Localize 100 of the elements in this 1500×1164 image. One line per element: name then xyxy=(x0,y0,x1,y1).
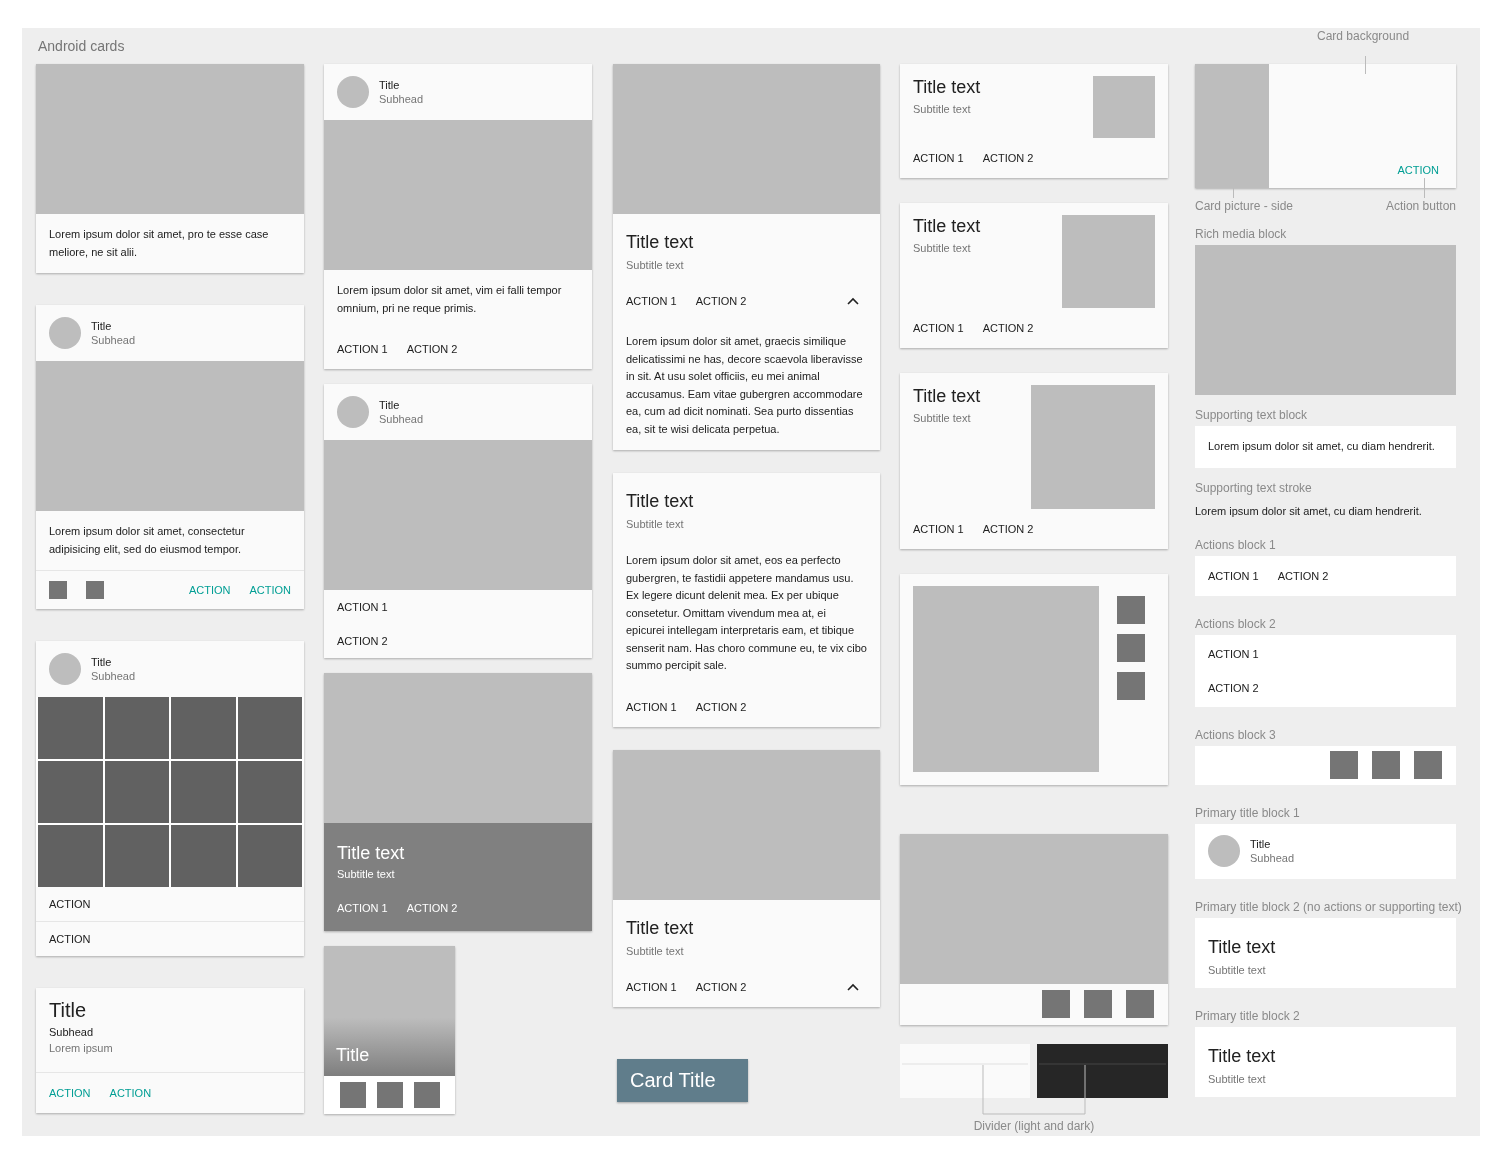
card-title: Title xyxy=(91,320,113,332)
square-icon[interactable] xyxy=(1330,750,1358,779)
leader-line xyxy=(1233,188,1234,198)
supporting-text: Lorem ipsum dolor sit amet, cu diam hendrerit. xyxy=(1207,439,1436,454)
card-subhead: Subhead xyxy=(91,670,136,682)
avatar-icon xyxy=(1208,835,1240,867)
action-button[interactable]: ACTION 1 xyxy=(337,902,388,914)
card-title: Title text xyxy=(626,916,695,939)
action-button[interactable]: ACTION 1 xyxy=(1208,636,1443,671)
annotation-label: Primary title block 2 (no actions or supporting text) xyxy=(1195,898,1462,915)
action-button[interactable]: ACTION 1 xyxy=(626,980,677,993)
card-subhead: Subhead xyxy=(49,1026,95,1038)
card-title: Title xyxy=(379,399,401,411)
square-icon[interactable] xyxy=(1372,750,1400,779)
card-subtitle: Subtitle text xyxy=(626,518,685,530)
image-placeholder xyxy=(237,825,302,887)
action-button[interactable]: ACTION 1 xyxy=(913,523,964,535)
action-button[interactable]: ACTION 1 xyxy=(913,152,964,164)
annotation-label: Rich media block xyxy=(1195,226,1287,242)
supporting-text: Lorem ipsum dolor sit amet, consectetur adipisicing elit, sed do eiusmod tempor. xyxy=(48,524,246,557)
action-button[interactable]: ACTION 2 xyxy=(337,624,579,658)
chevron-up-icon[interactable] xyxy=(847,982,859,991)
action-button[interactable]: ACTION 1 xyxy=(626,295,677,307)
image-placeholder xyxy=(171,697,236,759)
action-button[interactable]: ACTION 2 xyxy=(406,343,458,355)
card-subtitle: Subtitle text xyxy=(1208,1072,1267,1085)
card-title: Title text xyxy=(626,231,695,253)
action-button[interactable]: ACTION 2 xyxy=(1208,670,1443,705)
action-button[interactable]: ACTION 1 xyxy=(913,322,964,334)
image-placeholder xyxy=(104,761,169,823)
card-subtitle: Subtitle text xyxy=(626,259,685,271)
annotation-label: Card picture - side xyxy=(1195,198,1294,214)
annotation-label: Primary title block 1 xyxy=(1195,804,1300,821)
square-icon[interactable] xyxy=(376,1082,403,1108)
image-placeholder xyxy=(237,697,302,759)
action-button[interactable]: ACTION 2 xyxy=(406,902,458,914)
action-button[interactable]: ACTION 2 xyxy=(982,322,1034,334)
square-icon[interactable] xyxy=(1414,750,1442,779)
avatar-icon xyxy=(49,317,81,349)
image-placeholder xyxy=(104,697,169,759)
action-button[interactable]: ACTION 1 xyxy=(337,590,579,624)
chevron-up-icon[interactable] xyxy=(847,297,859,305)
annotation-label: Supporting text stroke xyxy=(1195,479,1312,496)
action-button[interactable]: ACTION 2 xyxy=(695,980,747,993)
square-icon[interactable] xyxy=(339,1082,366,1108)
card-subtitle: Subtitle text xyxy=(1208,963,1267,976)
title-chip: Card Title xyxy=(617,1058,748,1102)
action-button[interactable]: ACTION xyxy=(49,887,291,921)
panel-title: Android cards xyxy=(37,37,125,56)
image-placeholder xyxy=(38,761,103,823)
action-button[interactable]: ACTION 2 xyxy=(695,295,747,307)
annotation-label: Actions block 2 xyxy=(1195,615,1276,632)
supporting-text: Lorem ipsum dolor sit amet, vim ei falli tempor omnium, pri ne reque primis. xyxy=(336,283,563,316)
card-title: Title text xyxy=(913,385,981,407)
action-button[interactable]: ACTION 2 xyxy=(1277,569,1329,582)
leader-line xyxy=(1365,56,1366,74)
card-subhead: Subhead xyxy=(379,93,424,105)
avatar-icon xyxy=(337,76,369,108)
card-title: Title xyxy=(91,656,113,668)
action-button[interactable]: ACTION 2 xyxy=(982,152,1034,164)
card-title: Title text xyxy=(1208,935,1277,958)
card-title: Title text xyxy=(913,215,981,237)
tile-title: Title xyxy=(336,1045,370,1066)
supporting-text: Lorem ipsum xyxy=(49,1042,114,1054)
annotation-label: Primary title block 2 xyxy=(1195,1007,1300,1024)
image-placeholder xyxy=(1093,76,1155,138)
image-placeholder xyxy=(171,761,236,823)
card-title: Title xyxy=(49,998,88,1022)
action-button[interactable]: ACTION 1 xyxy=(1208,569,1259,582)
card-title: Title xyxy=(1250,838,1272,850)
supporting-text: Lorem ipsum dolor sit amet, eos ea perfecto gubergren, te fastidii appetere mandamus usu. Ex legere dicunt delenit mea. Ex per ubique consetetur. Omittam vivendum mea at, ei epicurei intellegam interpretaris eam, et tibique senserit nam. Has choro commune eu, te vix cibo summo percipit sale. xyxy=(625,553,868,673)
card-title: Title text xyxy=(913,76,981,98)
image-placeholder xyxy=(237,761,302,823)
image-placeholder xyxy=(38,825,103,887)
card-subtitle: Subtitle text xyxy=(913,412,972,424)
supporting-text: Lorem ipsum dolor sit amet, cu diam hendrerit. xyxy=(1195,504,1423,517)
action-button[interactable]: ACTION 2 xyxy=(695,700,747,713)
card-title: Title text xyxy=(626,490,695,512)
annotation-label: Actions block 1 xyxy=(1195,536,1276,553)
annotation-label: Actions block 3 xyxy=(1195,726,1276,743)
action-button[interactable]: ACTION 1 xyxy=(337,343,388,355)
card-title: Title xyxy=(379,79,401,91)
avatar-icon xyxy=(337,396,369,428)
avatar-icon xyxy=(49,653,81,685)
supporting-text: Lorem ipsum dolor sit amet, graecis similique delicatissimi ne has, decore scaevola liberavisse in sit. At usu solet officiis, eu mei animal accusamus. Eam vitae gubergren accommodare ea, cum ad dicit nominati. Sea purto dissentias ea, sit te wisi delicata perpetua. xyxy=(625,334,864,437)
action-button[interactable]: ACTION 2 xyxy=(982,523,1034,535)
action-button[interactable]: ACTION 1 xyxy=(626,700,677,713)
action-button[interactable]: ACTION xyxy=(49,922,291,956)
annotation-label: Divider (light and dark) xyxy=(973,1119,1095,1133)
annotation-label: Card background xyxy=(1317,28,1410,44)
card-title: Title text xyxy=(337,842,406,864)
annotation-label: Action button xyxy=(1385,198,1456,214)
card-subhead: Subhead xyxy=(379,413,424,425)
card-subtitle: Subtitle text xyxy=(913,103,972,115)
leader-line xyxy=(1424,178,1425,198)
card-subtitle: Subtitle text xyxy=(913,242,972,254)
image-placeholder xyxy=(104,825,169,887)
square-icon[interactable] xyxy=(413,1082,440,1108)
card-subtitle: Subtitle text xyxy=(626,944,685,957)
image-placeholder xyxy=(38,697,103,759)
